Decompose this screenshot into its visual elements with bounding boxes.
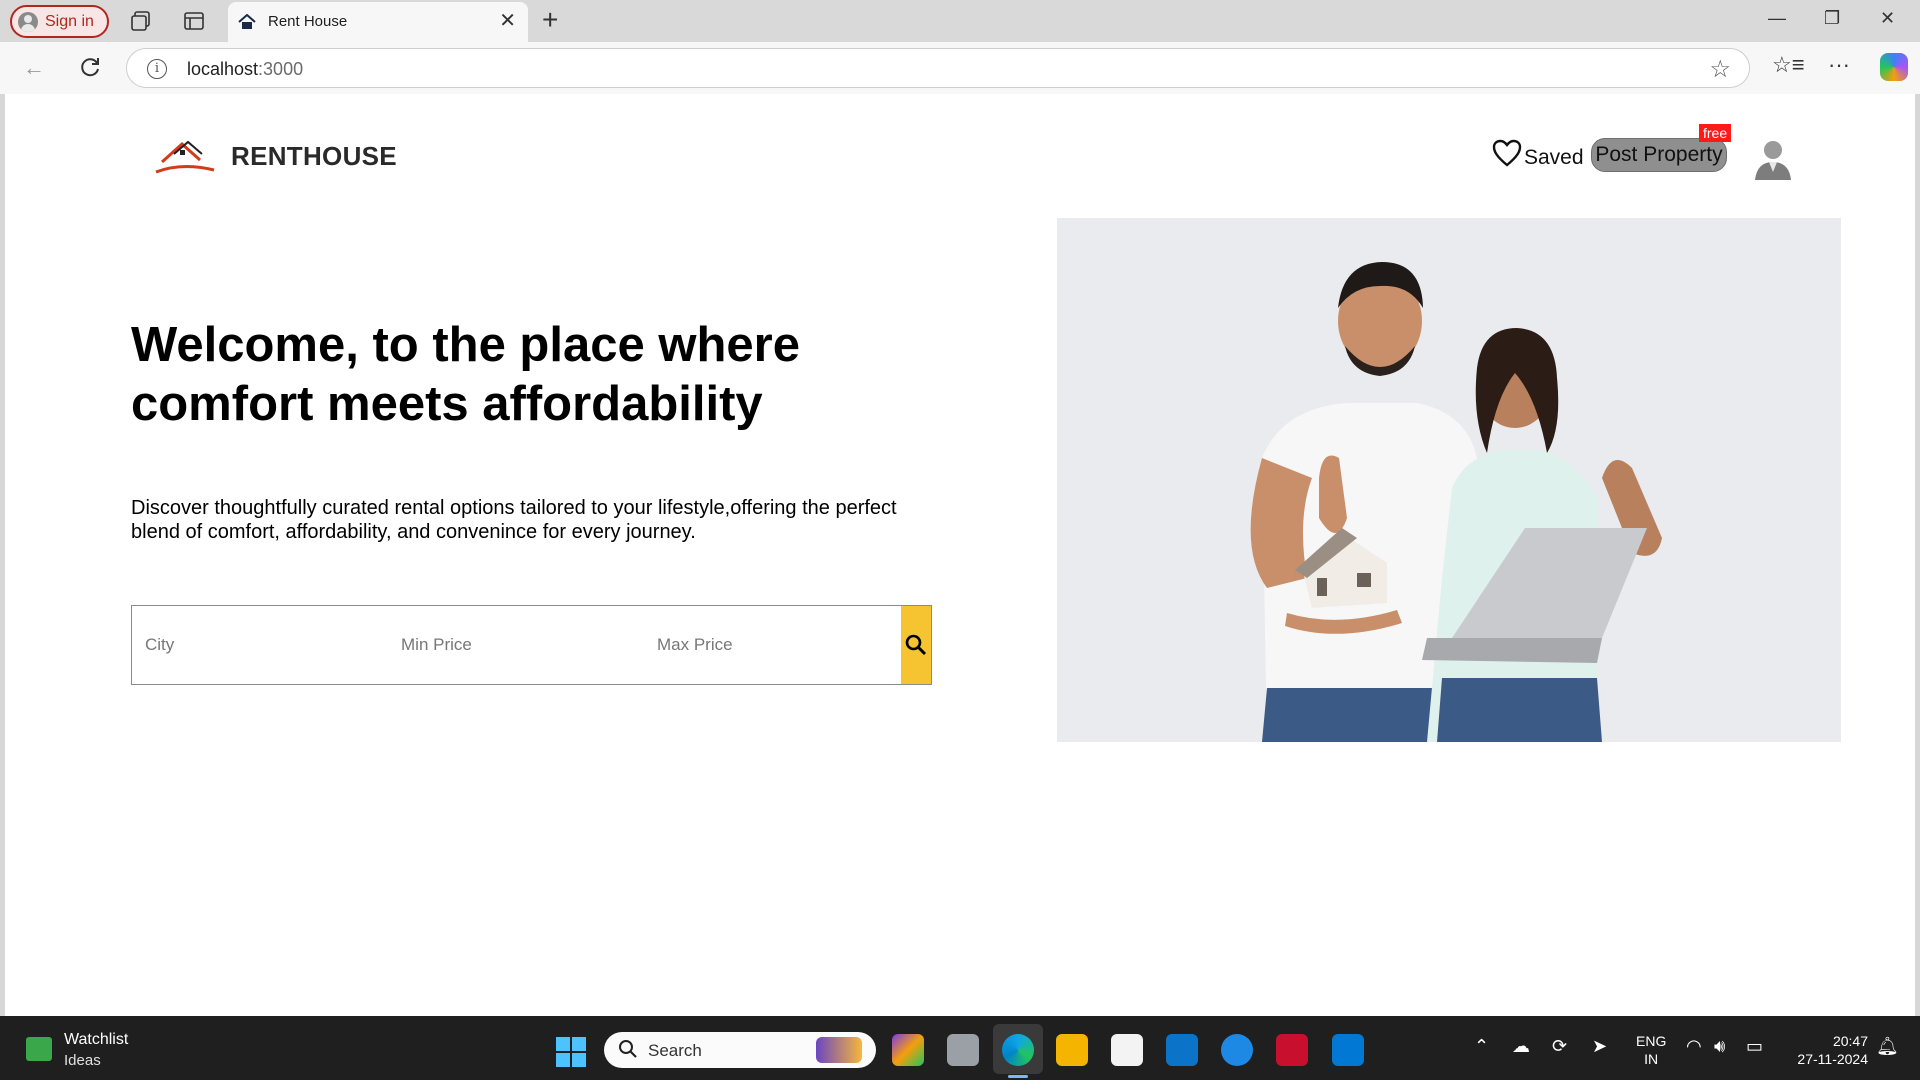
max-price-input[interactable]: [644, 606, 900, 684]
edge-browser-icon[interactable]: [1002, 1034, 1034, 1066]
file-explorer-icon[interactable]: [1056, 1034, 1088, 1066]
onedrive-icon[interactable]: ☁: [1512, 1036, 1530, 1057]
address-bar-row: ← i localhost:3000 ☆ ☆≡ ···: [0, 42, 1920, 94]
microsoft-store-icon[interactable]: [1111, 1034, 1143, 1066]
close-tab-icon[interactable]: ✕: [499, 11, 516, 31]
post-property-button[interactable]: Post Property: [1591, 138, 1727, 172]
task-view-icon[interactable]: [947, 1034, 979, 1066]
back-icon[interactable]: ←: [20, 54, 48, 82]
tab-title: Rent House: [268, 13, 348, 30]
user-avatar-icon[interactable]: [1747, 132, 1799, 184]
language-indicator[interactable]: ENG IN: [1636, 1032, 1666, 1068]
mcafee-icon[interactable]: [1276, 1034, 1308, 1066]
vscode-icon[interactable]: [1332, 1034, 1364, 1066]
city-input[interactable]: [132, 606, 388, 684]
heart-icon: [1492, 139, 1522, 167]
volume-icon[interactable]: 🔊︎: [1714, 1036, 1725, 1057]
free-badge: free: [1699, 124, 1732, 142]
widget-subtitle: Ideas: [64, 1052, 101, 1069]
search-button[interactable]: [901, 606, 931, 684]
hero-couple-image: [1057, 218, 1841, 742]
url-field[interactable]: i localhost:3000 ☆: [126, 48, 1750, 88]
system-clock[interactable]: 20:47 27-11-2024: [1786, 1032, 1868, 1068]
url-text: localhost:3000: [187, 59, 304, 79]
house-logo-icon[interactable]: [152, 132, 216, 178]
active-app-indicator: [1008, 1075, 1028, 1078]
notification-bell-icon[interactable]: 🔔︎: [1876, 1036, 1899, 1057]
sync-icon[interactable]: ⟳: [1552, 1036, 1567, 1057]
search-icon: [905, 634, 927, 656]
profile-icon: [18, 11, 38, 32]
profile-signin-button[interactable]: Sign in: [10, 5, 109, 38]
saved-label: Saved: [1524, 146, 1584, 169]
property-search-form: [131, 605, 932, 685]
more-options-icon[interactable]: ···: [1828, 52, 1850, 78]
tab-rent-house[interactable]: Rent House ✕: [228, 2, 528, 42]
widget-title[interactable]: Watchlist: [64, 1031, 128, 1049]
restore-icon[interactable]: ❐: [1824, 8, 1840, 29]
hero-title: Welcome, to the place where comfort meet…: [131, 318, 800, 431]
new-tab-icon[interactable]: +: [542, 4, 558, 36]
windows-start-icon[interactable]: [556, 1037, 586, 1067]
watchlist-widget-icon[interactable]: [26, 1037, 52, 1061]
minimize-icon[interactable]: —: [1768, 8, 1786, 29]
favorite-star-icon[interactable]: ☆: [1709, 55, 1731, 84]
location-icon[interactable]: ➤: [1592, 1036, 1607, 1057]
site-info-icon[interactable]: i: [147, 59, 167, 79]
battery-icon[interactable]: ▭: [1746, 1036, 1763, 1057]
min-price-input[interactable]: [388, 606, 644, 684]
brand-name[interactable]: RENTHOUSE: [231, 141, 397, 172]
house-favicon-icon: [238, 14, 256, 29]
taskbar-search-label: Search: [648, 1041, 702, 1060]
page-viewport: RENTHOUSE Saved Post Property free Welco…: [5, 94, 1915, 1016]
favorites-list-icon[interactable]: ☆≡: [1772, 52, 1805, 78]
search-icon: [619, 1040, 637, 1058]
tab-actions-icon[interactable]: [182, 9, 206, 33]
copilot-app-icon[interactable]: [892, 1034, 924, 1066]
signin-label: Sign in: [45, 12, 94, 30]
show-hidden-icons-icon[interactable]: ⌃: [1474, 1036, 1489, 1057]
saved-link[interactable]: Saved: [1492, 139, 1584, 169]
reload-icon[interactable]: [76, 54, 104, 82]
copilot-icon[interactable]: [1880, 53, 1908, 81]
close-window-icon[interactable]: ✕: [1880, 8, 1895, 29]
wifi-icon[interactable]: ◠: [1686, 1036, 1702, 1057]
myhp-icon[interactable]: [1166, 1034, 1198, 1066]
windows-taskbar: Watchlist Ideas Search ⌃ ☁ ⟳ ➤ ENG IN ◠ …: [0, 1016, 1920, 1080]
search-highlight-icon: [816, 1037, 862, 1063]
hero-description: Discover thoughtfully curated rental opt…: [131, 497, 897, 543]
browser-tab-bar: Sign in Rent House ✕ + — ❐ ✕: [0, 0, 1920, 42]
taskbar-search-box[interactable]: Search: [604, 1032, 876, 1068]
help-icon[interactable]: [1221, 1034, 1253, 1066]
workspaces-icon[interactable]: [129, 9, 153, 33]
